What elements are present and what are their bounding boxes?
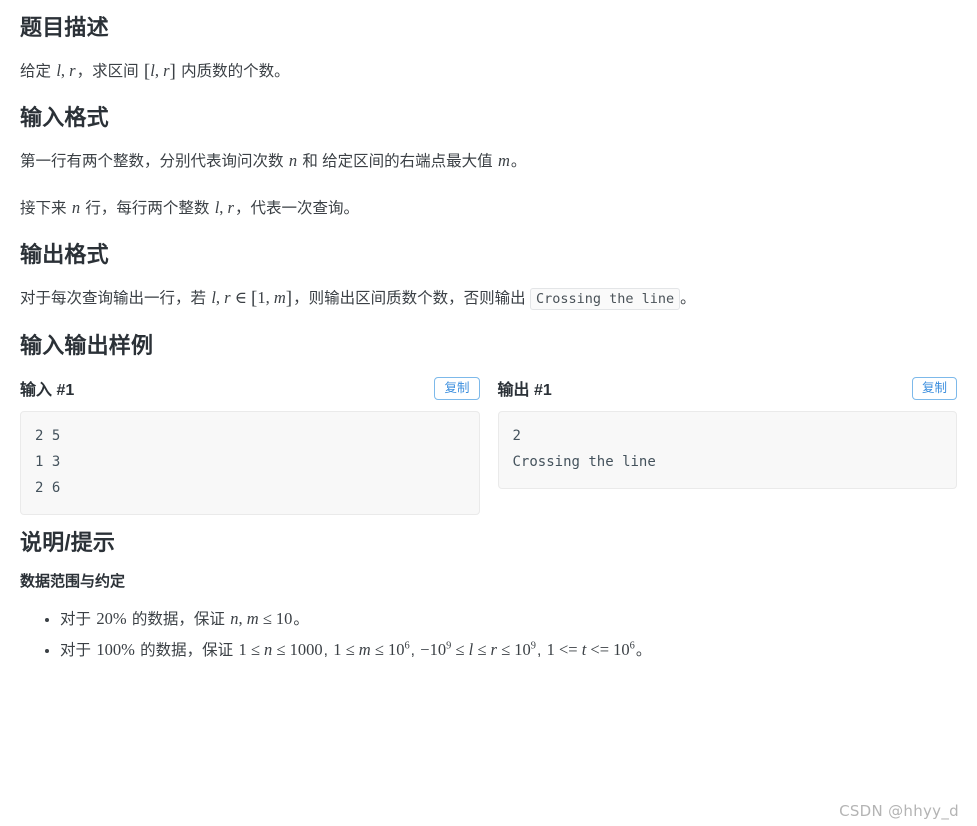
heading-input-format: 输入格式: [20, 105, 109, 131]
bullet-2-suffix: 。: [635, 641, 652, 659]
heading-description: 题目描述: [20, 15, 109, 40]
output-text-a: 对于每次查询输出一行，若: [20, 289, 211, 307]
output-text-b: ，则输出区间质数个数，否则输出: [293, 289, 530, 307]
math-var-m: m: [497, 150, 510, 170]
output-text-c: 。: [680, 289, 696, 307]
bullet-2-mid: 的数据，保证: [135, 641, 238, 659]
heading-samples: 输入输出样例: [20, 332, 154, 358]
math-percent-20: 20%: [96, 608, 127, 628]
description-text-prefix: 给定: [20, 62, 56, 80]
bullet-2-prefix: 对于: [60, 641, 96, 659]
bullet-2-sep-3: ,: [536, 641, 546, 659]
list-item: 对于 100% 的数据，保证 1 ≤ n ≤ 1000, 1 ≤ m ≤ 106…: [60, 637, 957, 664]
description-paragraph: 给定 l, r，求区间 [l, r] 内质数的个数。: [20, 58, 957, 85]
output-format-paragraph: 对于每次查询输出一行，若 l, r ∈ [1, m]，则输出区间质数个数，否则输…: [20, 285, 957, 312]
data-range-list: 对于 20% 的数据，保证 n, m ≤ 10。 对于 100% 的数据，保证 …: [20, 606, 957, 663]
math-percent-100: 100%: [96, 639, 135, 659]
math-constraint-2: 1 ≤ n ≤ 1000: [238, 639, 323, 659]
watermark-label: CSDN @hhyy_d: [839, 802, 959, 820]
math-interval-l-r: [l, r]: [143, 60, 176, 82]
description-text-mid: ，求区间: [76, 62, 143, 80]
list-item: 对于 20% 的数据，保证 n, m ≤ 10。: [60, 606, 957, 633]
samples-container: 输入 #1 复制 2 5 1 3 2 6 输出 #1 复制 2 Crossing…: [20, 375, 957, 515]
math-constraint-1: n, m ≤ 10: [230, 608, 293, 628]
sample-input-column: 输入 #1 复制 2 5 1 3 2 6: [20, 375, 480, 515]
input-line1-part-c: 。: [510, 152, 527, 170]
sample-output-column: 输出 #1 复制 2 Crossing the line: [497, 375, 957, 515]
input-line1-part-a: 第一行有两个整数，分别代表询问次数: [20, 152, 288, 170]
bullet-2-sep-1: ,: [323, 641, 333, 659]
sample-input-content: 2 5 1 3 2 6: [20, 411, 480, 515]
bullet-1-suffix: 。: [293, 610, 309, 628]
bullet-1-mid: 的数据，保证: [127, 610, 230, 628]
description-text-suffix: 内质数的个数。: [176, 62, 290, 80]
copy-output-button[interactable]: 复制: [911, 376, 957, 400]
input-line1-part-b: 和 给定区间的右端点最大值: [298, 152, 497, 170]
math-var-n-2: n: [71, 197, 81, 217]
math-membership: l, r ∈ [1, m]: [211, 287, 293, 309]
math-l-r: l, r: [56, 60, 76, 80]
input-line2-part-b: 行，每行两个整数: [81, 199, 214, 217]
problem-page: 题目描述 给定 l, r，求区间 [l, r] 内质数的个数。 输入格式 第一行…: [0, 0, 977, 663]
sample-input-header: 输入 #1 复制: [20, 375, 480, 401]
bullet-1-prefix: 对于: [60, 610, 96, 628]
input-line2-part-a: 接下来: [20, 199, 71, 217]
input-format-line-2: 接下来 n 行，每行两个整数 l, r，代表一次查询。: [20, 195, 957, 222]
sample-output-label: 输出 #1: [497, 382, 552, 400]
math-constraint-5: 1 <= t <= 106: [546, 639, 635, 659]
sample-input-label: 输入 #1: [20, 382, 75, 400]
math-constraint-4: −109 ≤ l ≤ r ≤ 109: [420, 639, 536, 659]
math-constraint-3: 1 ≤ m ≤ 106: [333, 639, 410, 659]
subheading-data-range: 数据范围与约定: [20, 573, 126, 591]
sample-output-header: 输出 #1 复制: [497, 375, 957, 401]
copy-input-button[interactable]: 复制: [434, 376, 480, 400]
math-var-l-r-2: l, r: [214, 197, 234, 217]
heading-hint: 说明/提示: [20, 529, 116, 555]
code-crossing-the-line: Crossing the line: [529, 287, 681, 310]
input-line2-part-c: ，代表一次查询。: [234, 199, 359, 217]
sample-output-content: 2 Crossing the line: [497, 411, 957, 489]
input-format-line-1: 第一行有两个整数，分别代表询问次数 n 和 给定区间的右端点最大值 m。: [20, 148, 957, 175]
math-var-n: n: [288, 150, 298, 170]
bullet-2-sep-2: ,: [410, 641, 420, 659]
heading-output-format: 输出格式: [20, 242, 109, 268]
